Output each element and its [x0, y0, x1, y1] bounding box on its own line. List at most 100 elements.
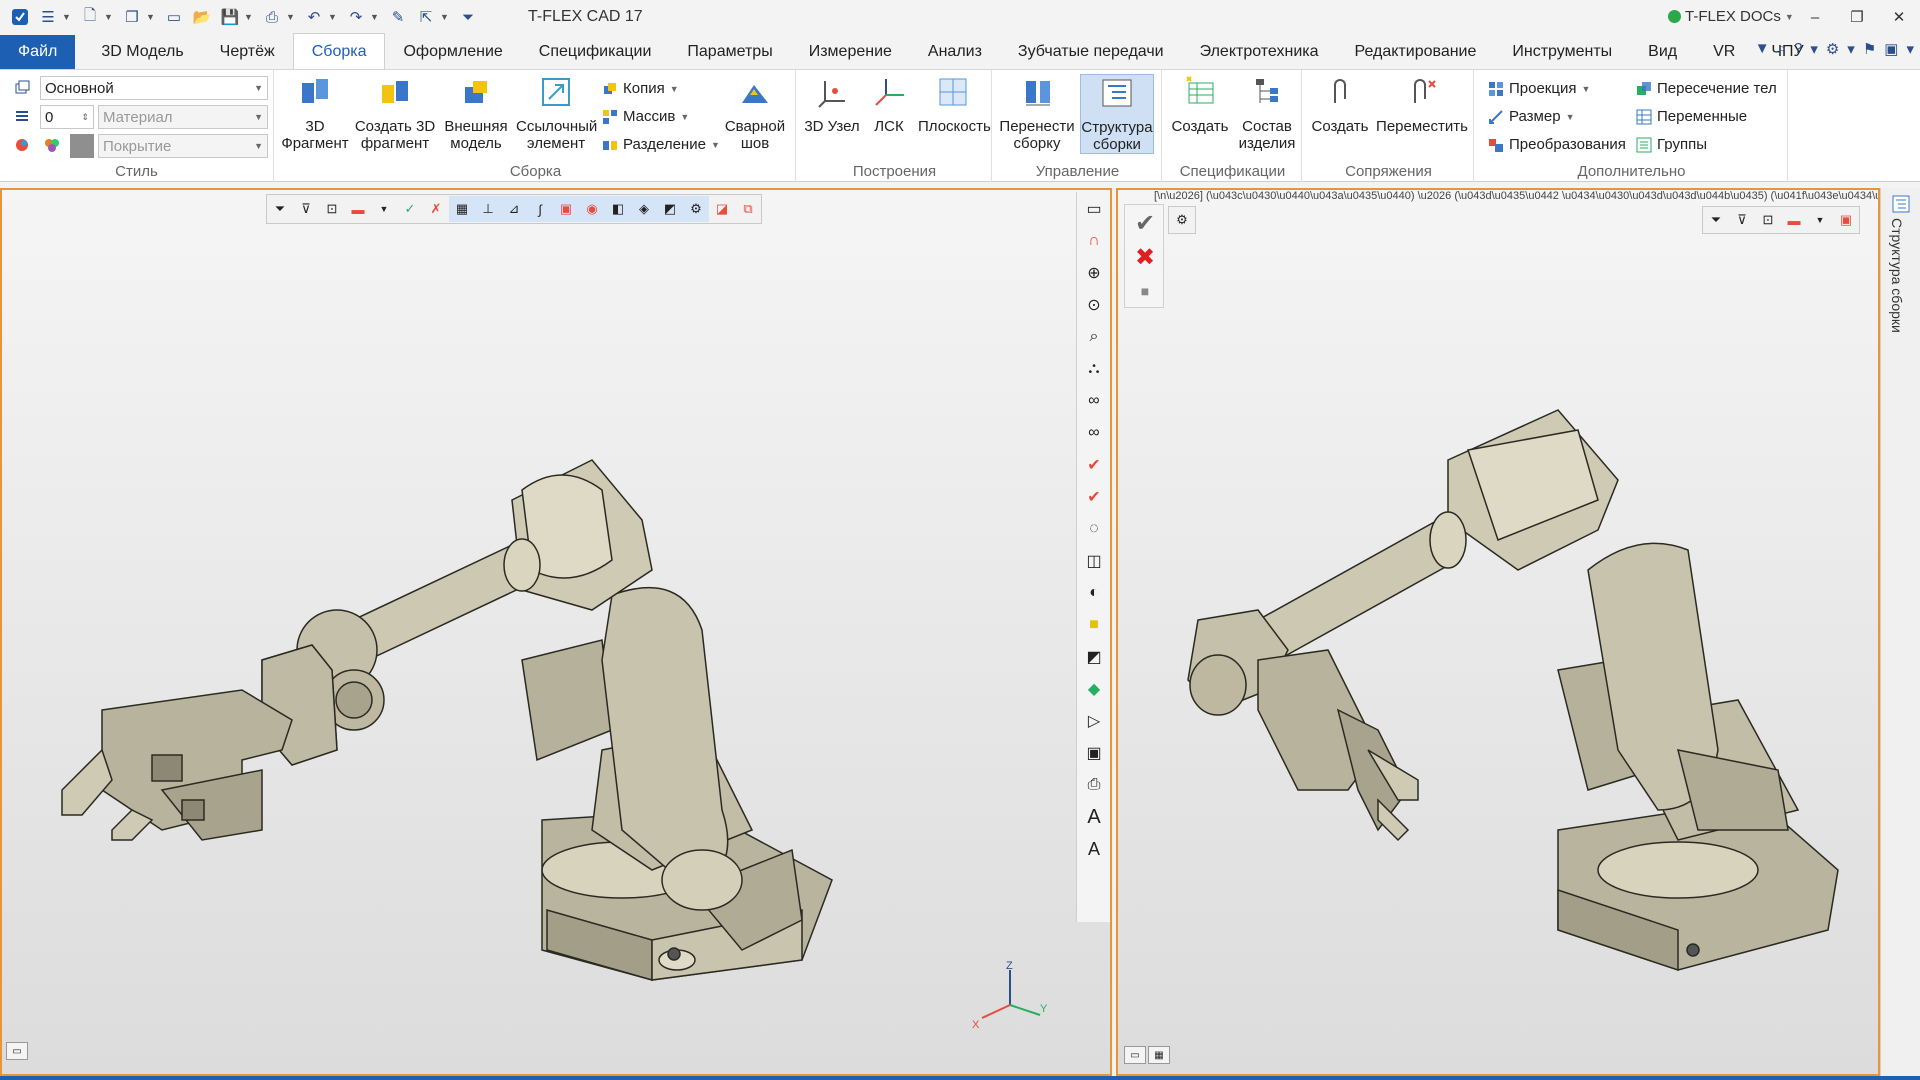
chevron-down-icon[interactable]: ▼: [440, 12, 450, 22]
tab-drafting[interactable]: Оформление: [385, 35, 520, 69]
create-3d-fragment-button[interactable]: Создать 3D фрагмент: [354, 74, 436, 152]
glasses-settings-icon[interactable]: ∞: [1079, 418, 1109, 448]
coating-select[interactable]: Покрытие ▼: [98, 134, 268, 158]
layer-select[interactable]: Основной ▼: [40, 76, 268, 100]
tab-measure[interactable]: Измерение: [791, 35, 910, 69]
color-swatch[interactable]: [70, 134, 94, 158]
checked-cube-icon[interactable]: ✔: [1079, 450, 1109, 480]
zoom-in-icon[interactable]: ⊙: [1079, 290, 1109, 320]
open-folder-icon[interactable]: 📂: [191, 6, 213, 28]
chevron-down-icon[interactable]: ▼: [62, 12, 72, 22]
undo-icon[interactable]: ↶: [303, 6, 325, 28]
flag-icon[interactable]: ⚑: [1863, 40, 1876, 58]
viewport-3d-left[interactable]: ⏷ ⊽ ⊡ ▬ ▼ ✓ ✗ ▦ ⊥ ⊿ ∫ ▣ ◉ ◧ ◈ ◩ ⚙ ◪ ⧉ Z …: [0, 188, 1112, 1076]
mate-move-button[interactable]: Переместить: [1374, 74, 1470, 135]
magnet-icon[interactable]: ∩: [1079, 226, 1109, 256]
tab-view[interactable]: Вид: [1630, 35, 1695, 69]
spec-create-button[interactable]: Создать: [1168, 74, 1232, 135]
minimize-button[interactable]: ‒: [1794, 0, 1836, 34]
3d-fragment-button[interactable]: 3D Фрагмент: [280, 74, 350, 152]
structure-dock-panel[interactable]: Структура сборки: [1880, 188, 1920, 1078]
tab-analysis[interactable]: Анализ: [910, 35, 1000, 69]
product-composition-button[interactable]: Состав изделия: [1234, 74, 1300, 152]
customize-icon[interactable]: ⏷: [457, 6, 479, 28]
yellow-cube-icon[interactable]: ■: [1079, 610, 1109, 640]
view-layout-button[interactable]: ▭: [6, 1042, 28, 1060]
redo-icon[interactable]: ↷: [345, 6, 367, 28]
assembly-structure-button[interactable]: Структура сборки: [1080, 74, 1154, 154]
chevron-down-icon[interactable]: ▼: [370, 12, 380, 22]
tab-vr[interactable]: VR: [1695, 35, 1753, 69]
projection-button[interactable]: Проекция ▼: [1488, 80, 1590, 97]
chevron-down-icon[interactable]: ▾: [1810, 40, 1818, 58]
mate-create-button[interactable]: Создать: [1308, 74, 1372, 135]
robot-model-left[interactable]: [2, 190, 1078, 1070]
text-icon[interactable]: A: [1079, 802, 1109, 832]
body-intersection-button[interactable]: Пересечение тел: [1636, 80, 1777, 97]
print-icon[interactable]: ⎙: [261, 6, 283, 28]
new-document-icon[interactable]: 🗋: [79, 6, 101, 28]
move-assembly-button[interactable]: Перенести сборку: [998, 74, 1076, 152]
material-select[interactable]: Материал ▼: [98, 105, 268, 129]
chevron-down-icon[interactable]: ▼: [328, 12, 338, 22]
checked-cubes-icon[interactable]: ✔: [1079, 482, 1109, 512]
tab-file[interactable]: Файл: [0, 35, 76, 69]
3d-node-button[interactable]: 3D Узел: [804, 74, 860, 135]
stepper-arrows-icon[interactable]: ⇕: [81, 112, 89, 123]
green-cube-icon[interactable]: ◆: [1079, 674, 1109, 704]
tflex-docs-button[interactable]: T-FLEX DOCs ▼: [1668, 8, 1794, 25]
link-element-button[interactable]: Ссылочный элемент: [516, 74, 597, 152]
view-window-icon[interactable]: ▭: [1079, 194, 1109, 224]
glasses-icon[interactable]: ∞: [1079, 386, 1109, 416]
size-button[interactable]: Размер ▼: [1488, 108, 1574, 125]
window-icon[interactable]: ▭: [163, 6, 185, 28]
menu-icon[interactable]: ☰: [37, 6, 59, 28]
transform-button[interactable]: Преобразования: [1488, 136, 1626, 153]
section-view-icon[interactable]: ⛬: [1079, 354, 1109, 384]
weld-button[interactable]: Сварной шов: [720, 74, 790, 152]
tab-editing[interactable]: Редактирование: [1337, 35, 1495, 69]
screenshot-icon[interactable]: ▣: [1079, 738, 1109, 768]
tab-gears[interactable]: Зубчатые передачи: [1000, 35, 1182, 69]
paint-icon[interactable]: [14, 137, 30, 153]
collapse-ribbon-icon[interactable]: ▼: [1755, 40, 1770, 58]
shaded-cube-icon[interactable]: ◩: [1079, 642, 1109, 672]
tab-parameters[interactable]: Параметры: [669, 35, 790, 69]
split-button[interactable]: Разделение ▼: [602, 136, 720, 153]
globe-icon[interactable]: ◐: [1079, 578, 1109, 608]
chevron-down-icon[interactable]: ▼: [286, 12, 296, 22]
close-button[interactable]: ✕: [1878, 0, 1920, 34]
tab-assembly[interactable]: Сборка: [292, 33, 386, 69]
gear-icon[interactable]: ⚙: [1826, 40, 1839, 58]
chevron-down-icon[interactable]: ▼: [244, 12, 254, 22]
chevron-down-icon[interactable]: ▾: [1847, 40, 1855, 58]
chevron-down-icon[interactable]: ▼: [146, 12, 156, 22]
help-icon[interactable]: ?: [1794, 40, 1802, 58]
export-icon[interactable]: ⇱: [415, 6, 437, 28]
restore-button[interactable]: ❐: [1836, 0, 1878, 34]
tab-drawing[interactable]: Чертёж: [202, 35, 293, 69]
structure-tree-icon[interactable]: [1891, 194, 1911, 214]
tab-3d-model[interactable]: 3D Модель: [83, 35, 201, 69]
zoom-window-icon[interactable]: ⊕: [1079, 258, 1109, 288]
copy-icon[interactable]: ❐: [121, 6, 143, 28]
camera-icon[interactable]: ▷: [1079, 706, 1109, 736]
plane-button[interactable]: Плоскость: [918, 74, 991, 135]
edit-document-icon[interactable]: ✎: [387, 6, 409, 28]
level-stepper[interactable]: 0 ⇕: [40, 105, 94, 129]
zoom-fit-icon[interactable]: ⌕: [1079, 322, 1109, 352]
text-style-icon[interactable]: A: [1079, 834, 1109, 864]
level-icon[interactable]: [14, 108, 30, 124]
array-button[interactable]: Массив ▼: [602, 108, 689, 125]
tab-tools[interactable]: Инструменты: [1494, 35, 1630, 69]
copy-button[interactable]: Копия ▼: [602, 80, 679, 97]
chevron-down-icon[interactable]: ▼: [104, 12, 114, 22]
lcs-button[interactable]: ЛСК: [864, 74, 914, 135]
layer-icon[interactable]: [14, 80, 30, 96]
color-palette-icon[interactable]: [44, 137, 60, 153]
tab-electrical[interactable]: Электротехника: [1182, 35, 1337, 69]
view-split-button[interactable]: ▭: [1124, 1046, 1146, 1064]
search-icon[interactable]: ⌕: [1778, 40, 1786, 58]
groups-button[interactable]: Группы: [1636, 136, 1707, 153]
robot-model-right[interactable]: [1118, 190, 1878, 1070]
